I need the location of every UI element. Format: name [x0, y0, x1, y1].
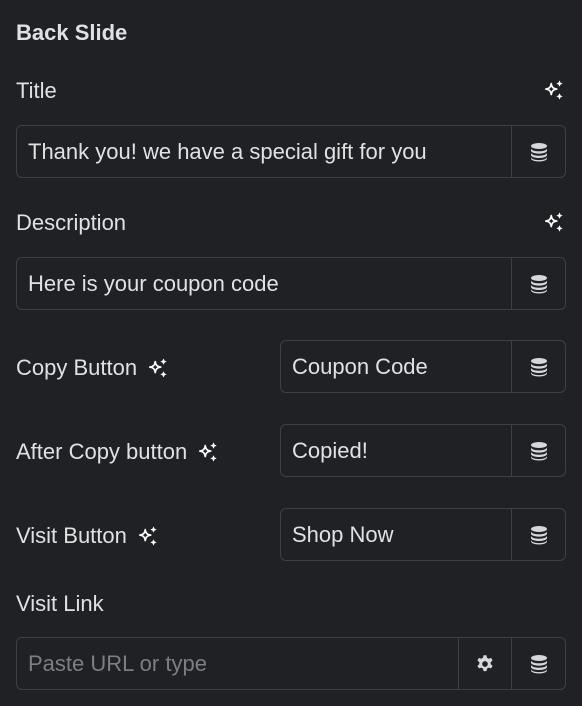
sparkle-icon[interactable]: [543, 211, 565, 233]
copy-button-input[interactable]: Coupon Code: [281, 341, 511, 392]
sparkle-icon[interactable]: [543, 79, 565, 101]
sparkle-icon[interactable]: [137, 525, 159, 547]
after-copy-button-field: Copied!: [280, 424, 566, 477]
after-copy-button-label-text: After Copy button: [16, 439, 188, 464]
visit-button-field: Shop Now: [280, 508, 566, 561]
after-copy-button-label: After Copy button: [16, 439, 219, 465]
visit-link-field: Paste URL or type: [16, 637, 566, 690]
description-dynamic-tags-button[interactable]: [511, 258, 565, 309]
database-icon: [529, 274, 549, 294]
visit-button-dynamic-tags-button[interactable]: [511, 509, 565, 560]
title-dynamic-tags-button[interactable]: [511, 126, 565, 177]
visit-link-input[interactable]: Paste URL or type: [17, 638, 458, 689]
visit-button-label-text: Visit Button: [16, 523, 127, 548]
copy-button-label: Copy Button: [16, 355, 169, 381]
database-icon: [529, 525, 549, 545]
description-field: Here is your coupon code: [16, 257, 566, 310]
database-icon: [529, 357, 549, 377]
after-copy-button-dynamic-tags-button[interactable]: [511, 425, 565, 476]
copy-button-label-text: Copy Button: [16, 355, 138, 380]
description-input[interactable]: Here is your coupon code: [17, 258, 511, 309]
title-input[interactable]: Thank you! we have a special gift for yo…: [17, 126, 511, 177]
database-icon: [529, 142, 549, 162]
title-label: Title: [16, 78, 57, 103]
database-icon: [529, 654, 549, 674]
sparkle-icon[interactable]: [147, 357, 169, 379]
visit-link-dynamic-tags-button[interactable]: [511, 638, 565, 689]
after-copy-button-input[interactable]: Copied!: [281, 425, 511, 476]
section-title: Back Slide: [16, 20, 128, 45]
copy-button-dynamic-tags-button[interactable]: [511, 341, 565, 392]
database-icon: [529, 441, 549, 461]
visit-link-options-button[interactable]: [458, 638, 511, 689]
gear-icon: [475, 654, 495, 674]
copy-button-field: Coupon Code: [280, 340, 566, 393]
visit-button-input[interactable]: Shop Now: [281, 509, 511, 560]
title-field: Thank you! we have a special gift for yo…: [16, 125, 566, 178]
description-label: Description: [16, 210, 127, 235]
visit-button-label: Visit Button: [16, 523, 159, 549]
visit-link-label: Visit Link: [16, 591, 104, 616]
sparkle-icon[interactable]: [197, 441, 219, 463]
